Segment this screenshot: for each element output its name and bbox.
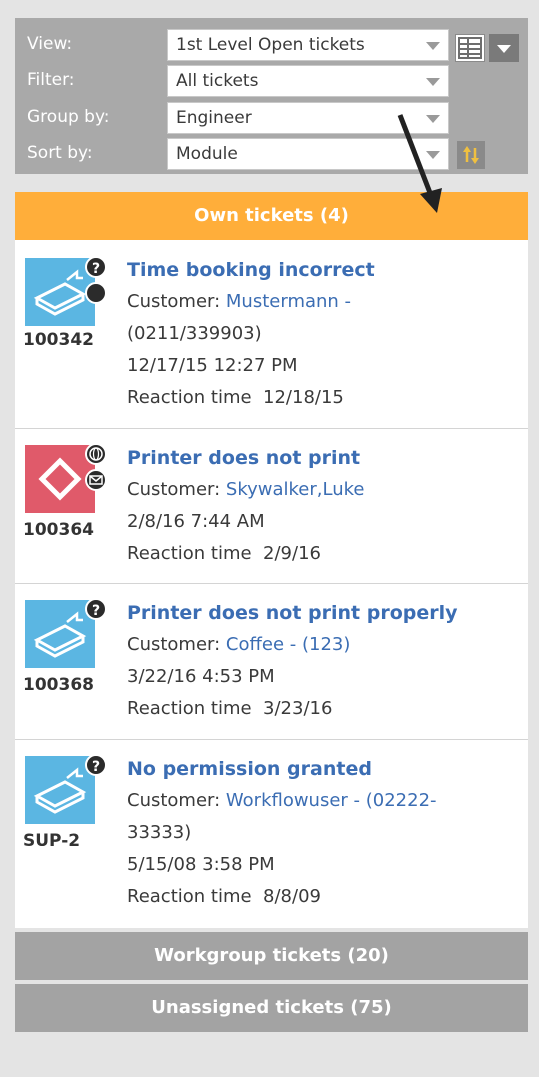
chevron-down-icon	[426, 78, 440, 86]
ticket-customer: Customer: Mustermann -	[127, 291, 352, 312]
group-by-label: Group by:	[27, 107, 110, 127]
workgroup-tickets-header[interactable]: Workgroup tickets (20)	[15, 932, 528, 980]
ticket-card[interactable]: ? 100368 Printer does not print properly…	[15, 584, 528, 740]
ticket-number: 100364	[23, 520, 94, 540]
sort-by-row: Sort by: Module	[15, 137, 528, 171]
ticket-title[interactable]: No permission granted	[127, 753, 520, 785]
group-by-row: Group by: Engineer	[15, 101, 528, 135]
ticket-reaction: Reaction time 12/18/15	[127, 387, 344, 408]
view-select[interactable]: 1st Level Open tickets	[167, 29, 449, 61]
ticket-reaction: Reaction time 8/8/09	[127, 886, 321, 907]
ticket-number: 100342	[23, 330, 94, 350]
own-tickets-list: ? 100342 Time booking incorrect Customer…	[15, 240, 528, 928]
ticket-reaction: Reaction time 3/23/16	[127, 698, 333, 719]
ticket-customer: Customer: Coffee - (123)	[127, 634, 351, 655]
question-badge-icon: ?	[85, 256, 107, 278]
ticket-number: 100368	[23, 675, 94, 695]
chevron-down-icon	[426, 42, 440, 50]
sort-by-select-value: Module	[176, 144, 238, 164]
globe-badge-icon	[85, 443, 107, 465]
customer-link[interactable]: Workflowuser - (02222-	[226, 790, 437, 811]
ticket-datetime: 3/22/16 4:53 PM	[127, 666, 275, 687]
customer-link-cont[interactable]: 33333)	[127, 817, 520, 849]
ticket-title[interactable]: Time booking incorrect	[127, 254, 520, 286]
unassigned-tickets-header[interactable]: Unassigned tickets (75)	[15, 984, 528, 1032]
own-tickets-header[interactable]: Own tickets (4)	[15, 192, 528, 240]
filter-row: Filter: All tickets	[15, 64, 528, 98]
mail-badge-icon	[85, 469, 107, 491]
view-menu-button[interactable]	[489, 34, 519, 62]
ticket-card[interactable]: 100364 Printer does not print Customer: …	[15, 429, 528, 584]
sort-by-label: Sort by:	[27, 143, 93, 163]
ticket-card[interactable]: ? SUP-2 No permission granted Customer: …	[15, 740, 528, 928]
ticket-reaction: Reaction time 2/9/16	[127, 543, 321, 564]
ticket-customer: Customer: Workflowuser - (02222-	[127, 790, 437, 811]
table-view-button[interactable]	[455, 34, 485, 62]
customer-link[interactable]: Mustermann -	[226, 291, 351, 312]
ticket-customer: Customer: Skywalker,Luke	[127, 479, 365, 500]
filter-select-value: All tickets	[176, 71, 259, 91]
table-grid-icon	[458, 37, 482, 59]
customer-link[interactable]: Skywalker,Luke	[226, 479, 365, 500]
ticket-datetime: 2/8/16 7:44 AM	[127, 511, 265, 532]
ticket-datetime: 5/15/08 3:58 PM	[127, 854, 275, 875]
ticket-number: SUP-2	[23, 831, 81, 851]
ticket-title[interactable]: Printer does not print	[127, 442, 520, 474]
ticket-card[interactable]: ? 100342 Time booking incorrect Customer…	[15, 240, 528, 429]
customer-link-cont[interactable]: (0211/339903)	[127, 318, 520, 350]
sort-direction-button[interactable]	[457, 141, 485, 169]
status-dot-icon	[85, 282, 107, 304]
ticket-title[interactable]: Printer does not print properly	[127, 597, 520, 629]
view-row: View: 1st Level Open tickets	[15, 28, 528, 62]
annotation-arrow-icon	[397, 114, 442, 213]
question-badge-icon: ?	[85, 754, 107, 776]
filter-panel: View: 1st Level Open tickets Filter: All…	[15, 18, 528, 174]
group-by-select-value: Engineer	[176, 108, 252, 128]
filter-label: Filter:	[27, 70, 75, 90]
ticket-datetime: 12/17/15 12:27 PM	[127, 355, 298, 376]
caret-down-icon	[497, 45, 511, 53]
filter-select[interactable]: All tickets	[167, 65, 449, 97]
view-select-value: 1st Level Open tickets	[176, 35, 365, 55]
customer-link[interactable]: Coffee - (123)	[226, 634, 350, 655]
view-label: View:	[27, 34, 73, 54]
question-badge-icon: ?	[85, 598, 107, 620]
sort-arrows-icon	[463, 146, 479, 164]
